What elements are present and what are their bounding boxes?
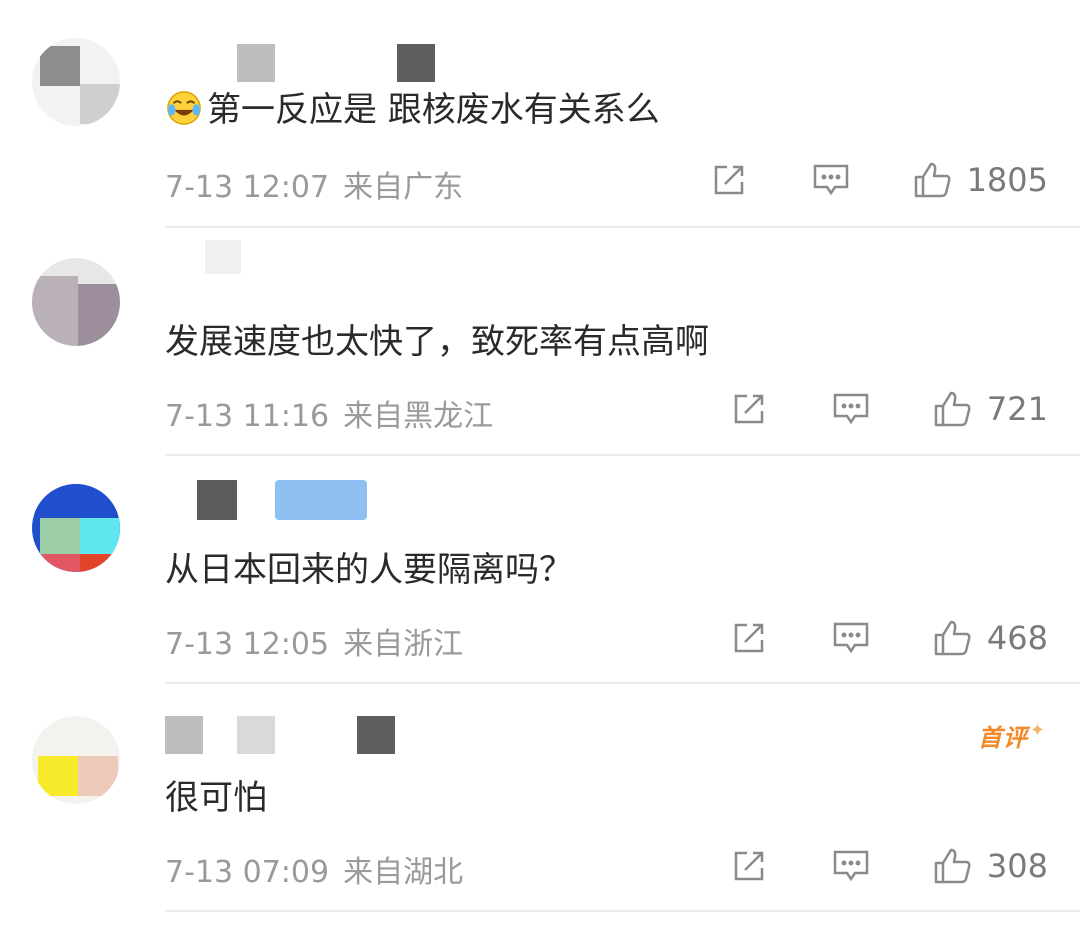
like-button[interactable]: 468: [933, 619, 1048, 657]
comment-icon: [833, 850, 869, 882]
comment-text: 第一反应是 跟核废水有关系么: [165, 82, 660, 131]
avatar[interactable]: [32, 716, 120, 804]
comment-meta: 7-13 07:09 来自湖北: [165, 847, 463, 891]
divider: [165, 910, 1080, 912]
comment-time: 7-13 12:05: [165, 627, 330, 662]
thumbs-up-icon: [934, 391, 971, 427]
username-redacted[interactable]: [165, 44, 465, 84]
comment-actions: 468: [729, 618, 1048, 658]
avatar[interactable]: [32, 484, 120, 572]
share-button[interactable]: [729, 848, 769, 884]
comment-text-content: 第一反应是 跟核废水有关系么: [207, 90, 660, 130]
username-redacted[interactable]: [165, 480, 385, 520]
like-count: 1805: [966, 161, 1048, 199]
like-button[interactable]: 1805: [913, 161, 1048, 199]
comment-text: 发展速度也太快了，致死率有点高啊: [165, 322, 709, 362]
share-icon: [734, 623, 764, 653]
comment-location: 来自浙江: [343, 627, 464, 662]
share-icon: [734, 851, 764, 881]
comment-location: 来自黑龙江: [343, 399, 494, 434]
comment-icon: [833, 393, 869, 425]
thumbs-up-icon: [934, 848, 971, 884]
comment-item: 发展速度也太快了，致死率有点高啊 7-13 11:16 来自黑龙江 721: [0, 228, 1080, 456]
comment-actions: 721: [729, 389, 1048, 429]
like-button[interactable]: 308: [933, 847, 1048, 885]
comment-icon: [833, 622, 869, 654]
share-icon: [734, 394, 764, 424]
comment-location: 来自湖北: [343, 855, 464, 890]
comment-time: 7-13 07:09: [165, 855, 330, 890]
thumbs-up-icon: [934, 620, 971, 656]
comment-item: 首评 ✦ 很可怕 7-13 07:09 来自湖北 308: [0, 684, 1080, 912]
comment-actions: 1805: [709, 160, 1048, 200]
comment-time: 7-13 12:07: [165, 170, 330, 205]
first-comment-badge-label: 首评: [977, 724, 1028, 752]
like-count: 721: [986, 390, 1048, 428]
comment-meta: 7-13 12:07 来自广东: [165, 162, 463, 206]
comment-item: 第一反应是 跟核废水有关系么 7-13 12:07 来自广东 1805: [0, 0, 1080, 228]
reply-button[interactable]: [811, 162, 851, 198]
share-icon: [714, 165, 743, 195]
comment-actions: 308: [729, 846, 1048, 886]
username-redacted[interactable]: [165, 716, 425, 756]
sparkle-icon: ✦: [1029, 720, 1046, 741]
like-count: 468: [986, 619, 1048, 657]
comment-text: 很可怕: [165, 778, 267, 818]
like-count: 308: [986, 847, 1048, 885]
thumbs-up-icon: [914, 162, 951, 198]
share-button[interactable]: [729, 391, 769, 427]
comment-meta: 7-13 12:05 来自浙江: [165, 619, 463, 663]
comment-location: 来自广东: [343, 170, 464, 205]
comment-text: 从日本回来的人要隔离吗？: [165, 550, 573, 590]
reply-button[interactable]: [831, 620, 871, 656]
avatar[interactable]: [32, 38, 120, 126]
username-redacted[interactable]: [165, 240, 385, 280]
reply-button[interactable]: [831, 391, 871, 427]
laugh-cry-emoji-icon: [167, 91, 201, 125]
comment-icon: [813, 164, 848, 196]
avatar[interactable]: [32, 258, 120, 346]
share-button[interactable]: [709, 162, 749, 198]
comment-item: 从日本回来的人要隔离吗？ 7-13 12:05 来自浙江 468: [0, 456, 1080, 684]
share-button[interactable]: [729, 620, 769, 656]
like-button[interactable]: 721: [933, 390, 1048, 428]
comment-meta: 7-13 11:16 来自黑龙江: [165, 391, 493, 435]
comment-time: 7-13 11:16: [165, 399, 330, 434]
reply-button[interactable]: [831, 848, 871, 884]
first-comment-badge: 首评 ✦: [978, 718, 1046, 753]
